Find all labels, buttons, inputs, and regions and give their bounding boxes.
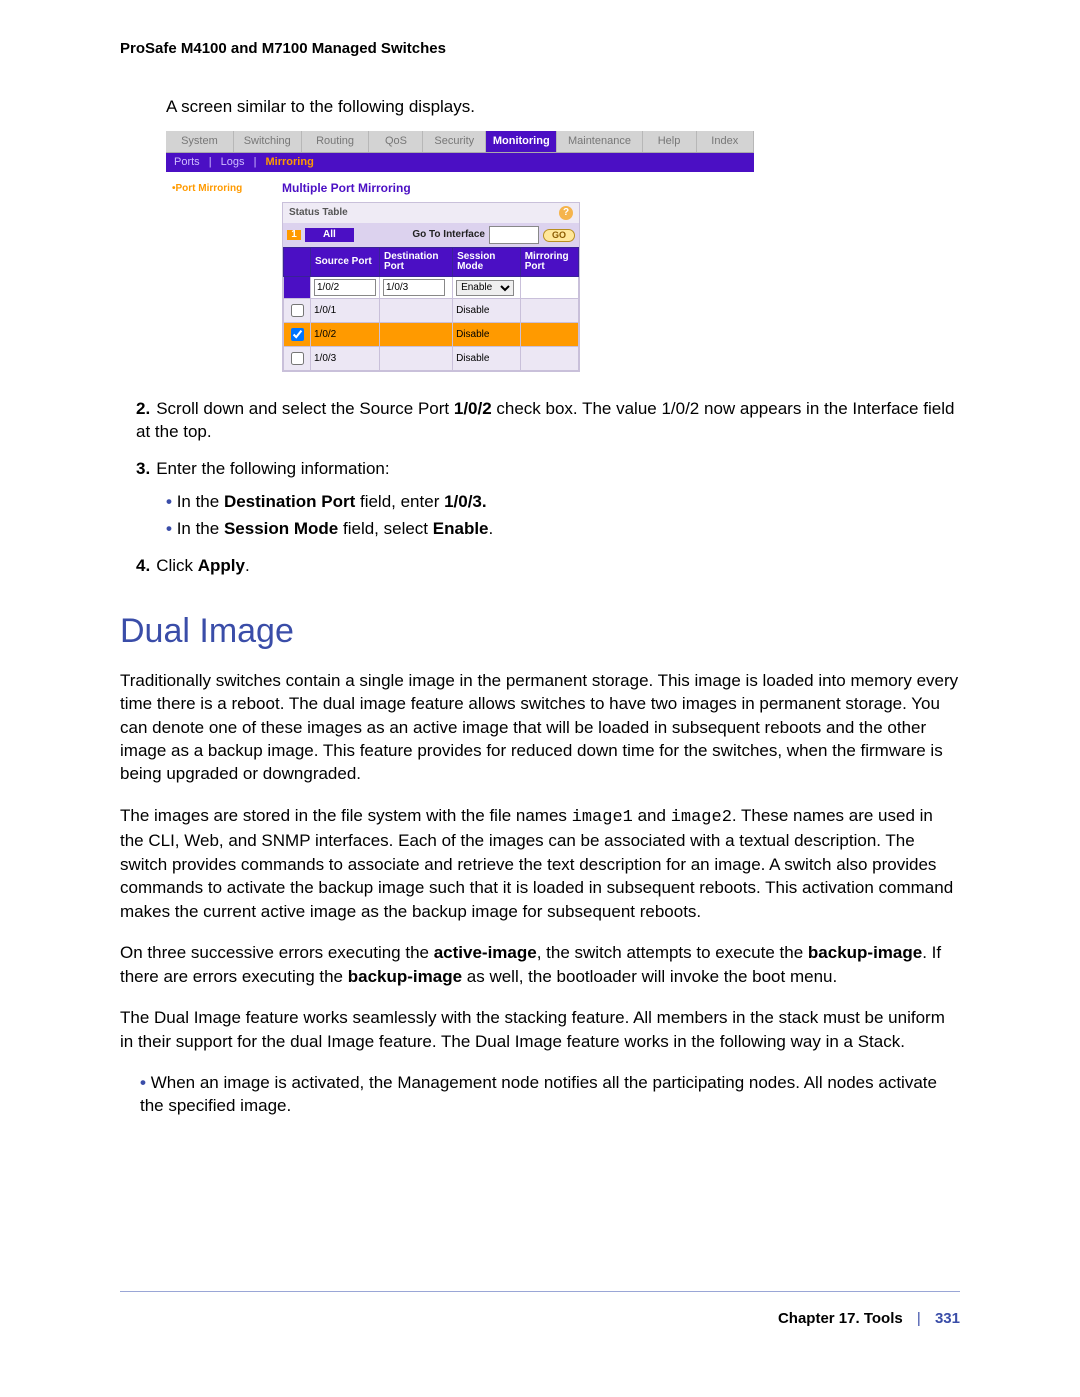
row-checkbox[interactable]: [291, 304, 304, 317]
tab-index[interactable]: Index: [697, 131, 754, 152]
cell-source-port: 1/0/1: [311, 299, 380, 323]
section-title: Multiple Port Mirroring: [282, 182, 742, 194]
subnav-item[interactable]: Logs: [221, 156, 245, 168]
goto-interface-input[interactable]: [489, 226, 539, 244]
tab-security[interactable]: Security: [423, 131, 486, 152]
page-footer: Chapter 17. Tools | 331: [778, 1310, 960, 1327]
cell-session-mode: Disable: [453, 347, 521, 371]
row-checkbox[interactable]: [291, 328, 304, 341]
paragraph: Traditionally switches contain a single …: [120, 669, 960, 786]
page-header: ProSafe M4100 and M7100 Managed Switches: [120, 40, 960, 57]
subnav-item-selected[interactable]: Mirroring: [266, 156, 314, 168]
tab-routing[interactable]: Routing: [302, 131, 370, 152]
help-icon[interactable]: ?: [559, 206, 573, 220]
table-row: 1/0/2 Disable: [284, 323, 579, 347]
session-mode-select[interactable]: Enable: [456, 280, 514, 296]
status-table-label: Status Table: [289, 208, 348, 218]
footer-rule: [120, 1291, 960, 1292]
cell-session-mode: Disable: [453, 299, 521, 323]
sidebar-item-port-mirroring[interactable]: Port Mirroring: [166, 172, 274, 380]
col-source-port: Source Port: [311, 248, 380, 277]
table-row: 1/0/1 Disable: [284, 299, 579, 323]
tab-system[interactable]: System: [166, 131, 234, 152]
col-mirroring-port: Mirroring Port: [520, 248, 578, 277]
table-row: 1/0/3 Disable: [284, 347, 579, 371]
paragraph: On three successive errors executing the…: [120, 941, 960, 988]
tab-qos[interactable]: QoS: [369, 131, 423, 152]
switch-ui-screenshot: SystemSwitchingRoutingQoSSecurityMonitor…: [166, 131, 754, 380]
col-destination-port: Destination Port: [380, 248, 453, 277]
cell-source-port: 1/0/2: [311, 323, 380, 347]
go-button[interactable]: GO: [543, 229, 575, 242]
filter-all[interactable]: All: [305, 228, 354, 242]
step-2: 2.Scroll down and select the Source Port…: [136, 398, 960, 444]
step-3: 3.Enter the following information: In th…: [136, 458, 960, 541]
paragraph: The images are stored in the file system…: [120, 804, 960, 923]
tab-maintenance[interactable]: Maintenance: [557, 131, 642, 152]
step-3-bullet: In the Destination Port field, enter 1/0…: [166, 491, 960, 514]
row-checkbox[interactable]: [291, 352, 304, 365]
paragraph: The Dual Image feature works seamlessly …: [120, 1006, 960, 1053]
tab-monitoring[interactable]: Monitoring: [486, 131, 557, 152]
destination-port-input[interactable]: [383, 279, 445, 296]
col-session-mode: Session Mode: [453, 248, 521, 277]
filter-number[interactable]: 1: [287, 230, 301, 240]
cell-session-mode: Disable: [453, 323, 521, 347]
lead-text: A screen similar to the following displa…: [166, 97, 960, 117]
tab-help[interactable]: Help: [643, 131, 697, 152]
subnav-bar: Ports | Logs | Mirroring: [166, 153, 754, 172]
col-check: [284, 248, 311, 277]
tab-switching[interactable]: Switching: [234, 131, 302, 152]
source-port-input[interactable]: [314, 279, 376, 296]
step-4: 4.Click Apply.: [136, 555, 960, 578]
bullet: When an image is activated, the Manageme…: [140, 1071, 960, 1118]
section-heading: Dual Image: [120, 612, 960, 651]
step-3-bullet: In the Session Mode field, select Enable…: [166, 518, 960, 541]
table-input-row: Enable: [284, 277, 579, 299]
subnav-item[interactable]: Ports: [174, 156, 200, 168]
goto-interface-label: Go To Interface: [412, 230, 485, 240]
cell-source-port: 1/0/3: [311, 347, 380, 371]
